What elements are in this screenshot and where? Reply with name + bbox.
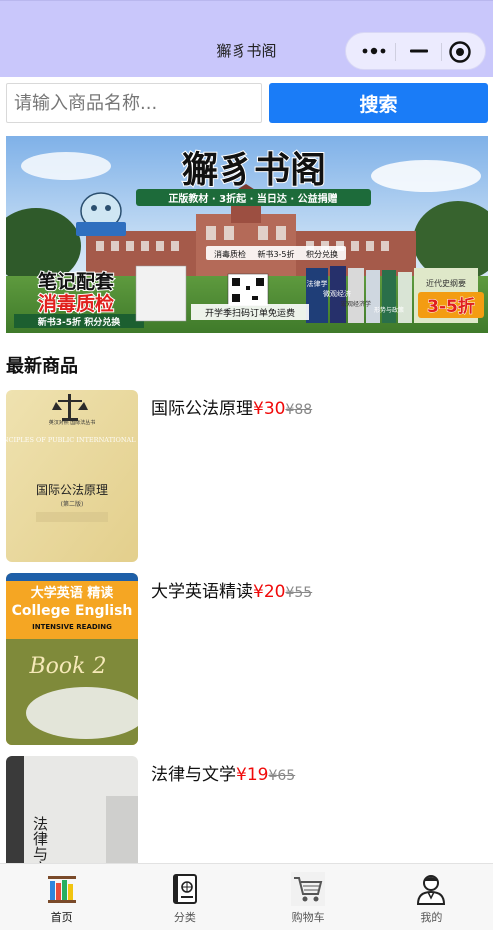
- banner-book-label: 形势与政策: [374, 306, 404, 314]
- banner-strip-item: 消毒质检: [214, 249, 246, 259]
- product-cover[interactable]: 大学英语 精读 College English INTENSIVE READIN…: [6, 573, 138, 745]
- close-miniprogram-icon[interactable]: [448, 40, 472, 64]
- banner-book-label: 宏观经济学: [341, 300, 371, 308]
- title-bar: 獬豸书阁: [0, 0, 493, 77]
- product-original-price: ¥88: [285, 402, 313, 418]
- tab-label: 我的: [420, 911, 443, 924]
- minimize-icon[interactable]: [406, 41, 432, 61]
- cover-title: 国际公法原理: [36, 483, 108, 497]
- banner-promo-line: 消毒质检: [38, 292, 114, 315]
- product-price: ¥30: [253, 399, 286, 419]
- product-info: 法律与文学¥19¥65: [151, 760, 295, 785]
- product-item[interactable]: 大学英语 精读 College English INTENSIVE READIN…: [6, 573, 488, 745]
- cover-subtitle: INTENSIVE READING: [32, 623, 112, 631]
- shopping-cart-icon: [291, 872, 326, 906]
- banner-strip-item: 积分兑换: [306, 249, 338, 259]
- tab-label: 首页: [50, 911, 73, 924]
- cover-title: 大学英语 精读: [31, 585, 114, 601]
- mini-program-capsule: [345, 32, 486, 70]
- product-info: 大学英语精读¥20¥55: [151, 577, 312, 602]
- more-options-icon[interactable]: [360, 41, 390, 61]
- catalog-book-icon: [172, 874, 197, 904]
- cover-english-title: College English: [12, 603, 133, 619]
- product-cover[interactable]: 英汉对照 国际法丛书 PRINCIPLES OF PUBLIC INTERNAT…: [6, 390, 138, 562]
- user-profile-icon: [417, 875, 446, 905]
- banner-discount: 3-5折: [427, 296, 475, 317]
- capsule-divider: [441, 43, 442, 61]
- banner-strip-item: 新书3-5折: [257, 249, 294, 259]
- product-name: 国际公法原理: [151, 399, 253, 419]
- product-name: 法律与文学: [151, 765, 236, 785]
- product-original-price: ¥55: [285, 585, 313, 601]
- cover-top-label: 英汉对照 国际法丛书: [49, 419, 96, 426]
- bottom-tab-bar: 首页 分类 购物车 我的: [0, 863, 493, 930]
- tab-profile[interactable]: 我的: [370, 864, 493, 930]
- section-title: 最新商品: [6, 356, 78, 377]
- cover-english-title: PRINCIPLES OF PUBLIC INTERNATIONAL LAW: [6, 436, 138, 444]
- product-name: 大学英语精读: [151, 582, 253, 602]
- search-button[interactable]: 搜索: [269, 83, 488, 123]
- cover-book-number: Book 2: [29, 654, 107, 679]
- cover-subtitle: (第二版): [61, 500, 84, 508]
- banner-promo-line: 笔记配套: [38, 270, 115, 293]
- banner-tagline: 正版教材 · 3折起 · 当日达 · 公益捐赠: [168, 192, 337, 205]
- product-item[interactable]: 英汉对照 国际法丛书 PRINCIPLES OF PUBLIC INTERNAT…: [6, 390, 488, 562]
- banner-bottom-note: 开学季扫码订单免运费: [205, 307, 295, 319]
- banner-artwork: 獬豸书阁 正版教材 · 3折起 · 当日达 · 公益捐赠 消毒质检 新书3-5折…: [6, 136, 488, 333]
- tab-label: 购物车: [291, 911, 325, 924]
- banner-promo-line: 新书3-5折 积分兑换: [38, 316, 121, 328]
- promo-banner[interactable]: 獬豸书阁 正版教材 · 3折起 · 当日达 · 公益捐赠 消毒质检 新书3-5折…: [6, 136, 488, 333]
- bookshelf-icon: [47, 876, 76, 903]
- capsule-divider: [395, 43, 396, 61]
- tab-label: 分类: [173, 911, 196, 924]
- banner-book-label: 近代史纲要: [426, 278, 466, 288]
- search-input[interactable]: [6, 83, 262, 123]
- product-original-price: ¥65: [268, 768, 296, 784]
- tab-cart[interactable]: 购物车: [247, 864, 370, 930]
- banner-book-label: 法律学: [307, 279, 328, 288]
- banner-headline: 獬豸书阁: [182, 149, 326, 191]
- product-price: ¥19: [236, 765, 269, 785]
- product-price: ¥20: [253, 582, 286, 602]
- banner-book-label: 微观经济: [323, 289, 351, 298]
- tab-category[interactable]: 分类: [123, 864, 246, 930]
- product-info: 国际公法原理¥30¥88: [151, 394, 312, 419]
- tab-home[interactable]: 首页: [0, 864, 123, 930]
